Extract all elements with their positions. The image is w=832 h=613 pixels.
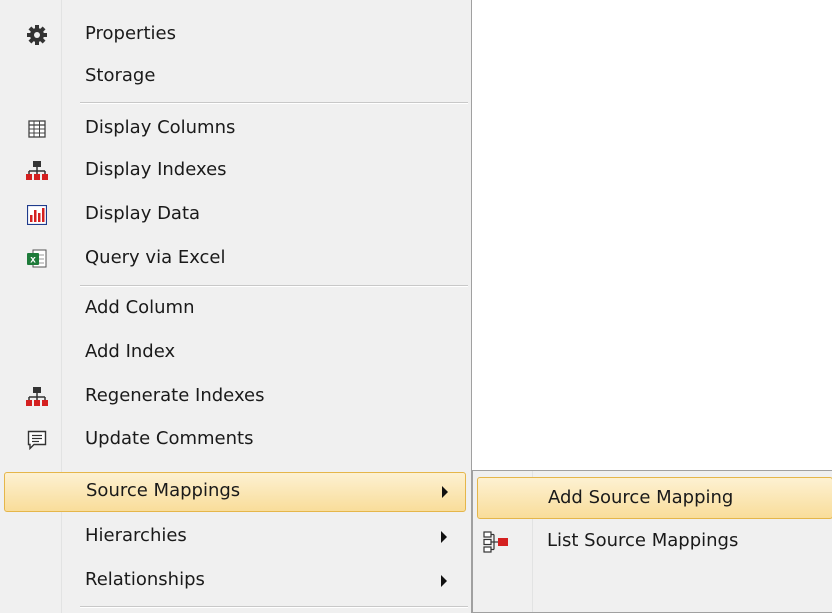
menu-item-label: Query via Excel (85, 247, 226, 268)
menu-item-regenerate-indexes[interactable]: Regenerate Indexes (4, 377, 466, 417)
menu-item-query-via-excel[interactable]: x Query via Excel (4, 239, 466, 279)
source-mappings-submenu: Add Source Mapping List Source Mappings (472, 470, 832, 613)
menu-separator (80, 606, 468, 608)
menu-item-add-index[interactable]: Add Index (4, 333, 466, 373)
menu-item-label: Source Mappings (86, 480, 241, 501)
menu-item-hierarchies[interactable]: Hierarchies (4, 517, 466, 557)
menu-separator (80, 285, 468, 287)
menu-item-label: Update Comments (85, 428, 254, 449)
menu-item-properties[interactable]: Properties (4, 15, 466, 55)
comment-icon (26, 429, 48, 451)
source-mapping-icon (483, 531, 509, 553)
menu-item-display-indexes[interactable]: Display Indexes (4, 151, 466, 191)
svg-text:x: x (30, 255, 36, 266)
menu-item-add-column[interactable]: Add Column (4, 289, 466, 329)
menu-item-relationships[interactable]: Relationships (4, 561, 466, 601)
menu-item-update-comments[interactable]: Update Comments (4, 420, 466, 460)
menu-item-display-data[interactable]: Display Data (4, 195, 466, 235)
menu-item-storage[interactable]: Storage (4, 57, 466, 97)
context-menu: Properties Storage Display Columns Displ… (0, 0, 472, 613)
submenu-arrow-icon (442, 486, 448, 498)
menu-item-label: Properties (85, 23, 176, 44)
menu-item-label: Display Data (85, 203, 201, 224)
index-tree-icon (26, 386, 48, 408)
menu-item-label: Regenerate Indexes (85, 385, 265, 406)
menu-item-label: Relationships (85, 569, 205, 590)
bar-chart-icon (26, 204, 48, 226)
submenu-arrow-icon (441, 575, 447, 587)
submenu-item-list-source-mappings[interactable]: List Source Mappings (477, 521, 832, 563)
menu-item-label: Add Column (85, 297, 195, 318)
submenu-item-add-source-mapping[interactable]: Add Source Mapping (477, 477, 832, 519)
index-tree-icon (26, 160, 48, 182)
grid-columns-icon (26, 118, 48, 140)
menu-item-label: Display Indexes (85, 159, 227, 180)
gear-icon (26, 24, 48, 46)
submenu-arrow-icon (441, 531, 447, 543)
menu-item-label: Display Columns (85, 117, 236, 138)
submenu-item-label: List Source Mappings (547, 530, 739, 551)
menu-item-display-columns[interactable]: Display Columns (4, 109, 466, 149)
menu-item-source-mappings[interactable]: Source Mappings (4, 472, 466, 512)
menu-item-label: Add Index (85, 341, 176, 362)
excel-icon: x (26, 248, 48, 270)
menu-separator (80, 102, 468, 104)
menu-item-label: Hierarchies (85, 525, 187, 546)
submenu-item-label: Add Source Mapping (548, 487, 734, 508)
menu-item-label: Storage (85, 65, 156, 86)
